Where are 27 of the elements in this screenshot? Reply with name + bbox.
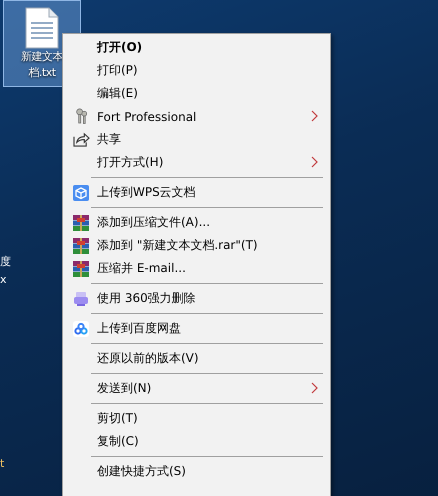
file-name: 新建文本 xyxy=(21,49,63,65)
menu-item[interactable]: 发送到(N) xyxy=(63,377,330,400)
menu-item[interactable]: 还原以前的版本(V) xyxy=(63,347,330,370)
desktop-label: 度 xyxy=(0,255,11,269)
menu-item[interactable]: 上传到WPS云文档 xyxy=(63,181,330,204)
menu-item[interactable]: 使用 360强力删除 xyxy=(63,287,330,310)
menu-item[interactable]: 添加到 "新建文本文档.rar"(T) xyxy=(63,234,330,257)
menu-item[interactable]: 打开方式(H) xyxy=(63,151,330,174)
menu-item[interactable]: 添加到压缩文件(A)... xyxy=(63,211,330,234)
books-stack-icon xyxy=(73,238,89,254)
desktop-label: x xyxy=(0,273,7,287)
share-icon xyxy=(72,132,90,147)
file-name: 档.txt xyxy=(28,65,56,81)
menu-item[interactable]: 压缩并 E-mail... xyxy=(63,257,330,280)
menu-item[interactable]: 上传到百度网盘 xyxy=(63,317,330,340)
keys-icon xyxy=(74,108,88,125)
menu-item[interactable]: 复制(C) xyxy=(63,430,330,453)
books-stack-icon xyxy=(73,260,89,276)
menu-item[interactable]: Fort Professional xyxy=(63,105,330,128)
menu-item[interactable]: 剪切(T) xyxy=(63,407,330,430)
desktop-label: t xyxy=(0,457,4,471)
text-file-icon xyxy=(25,7,59,49)
cloud-icon xyxy=(73,320,89,336)
books-stack-icon xyxy=(73,214,89,230)
menu-item[interactable]: 创建快捷方式(S) xyxy=(63,460,330,483)
cube-icon xyxy=(73,184,89,200)
menu-item[interactable]: 共享 xyxy=(63,128,330,151)
